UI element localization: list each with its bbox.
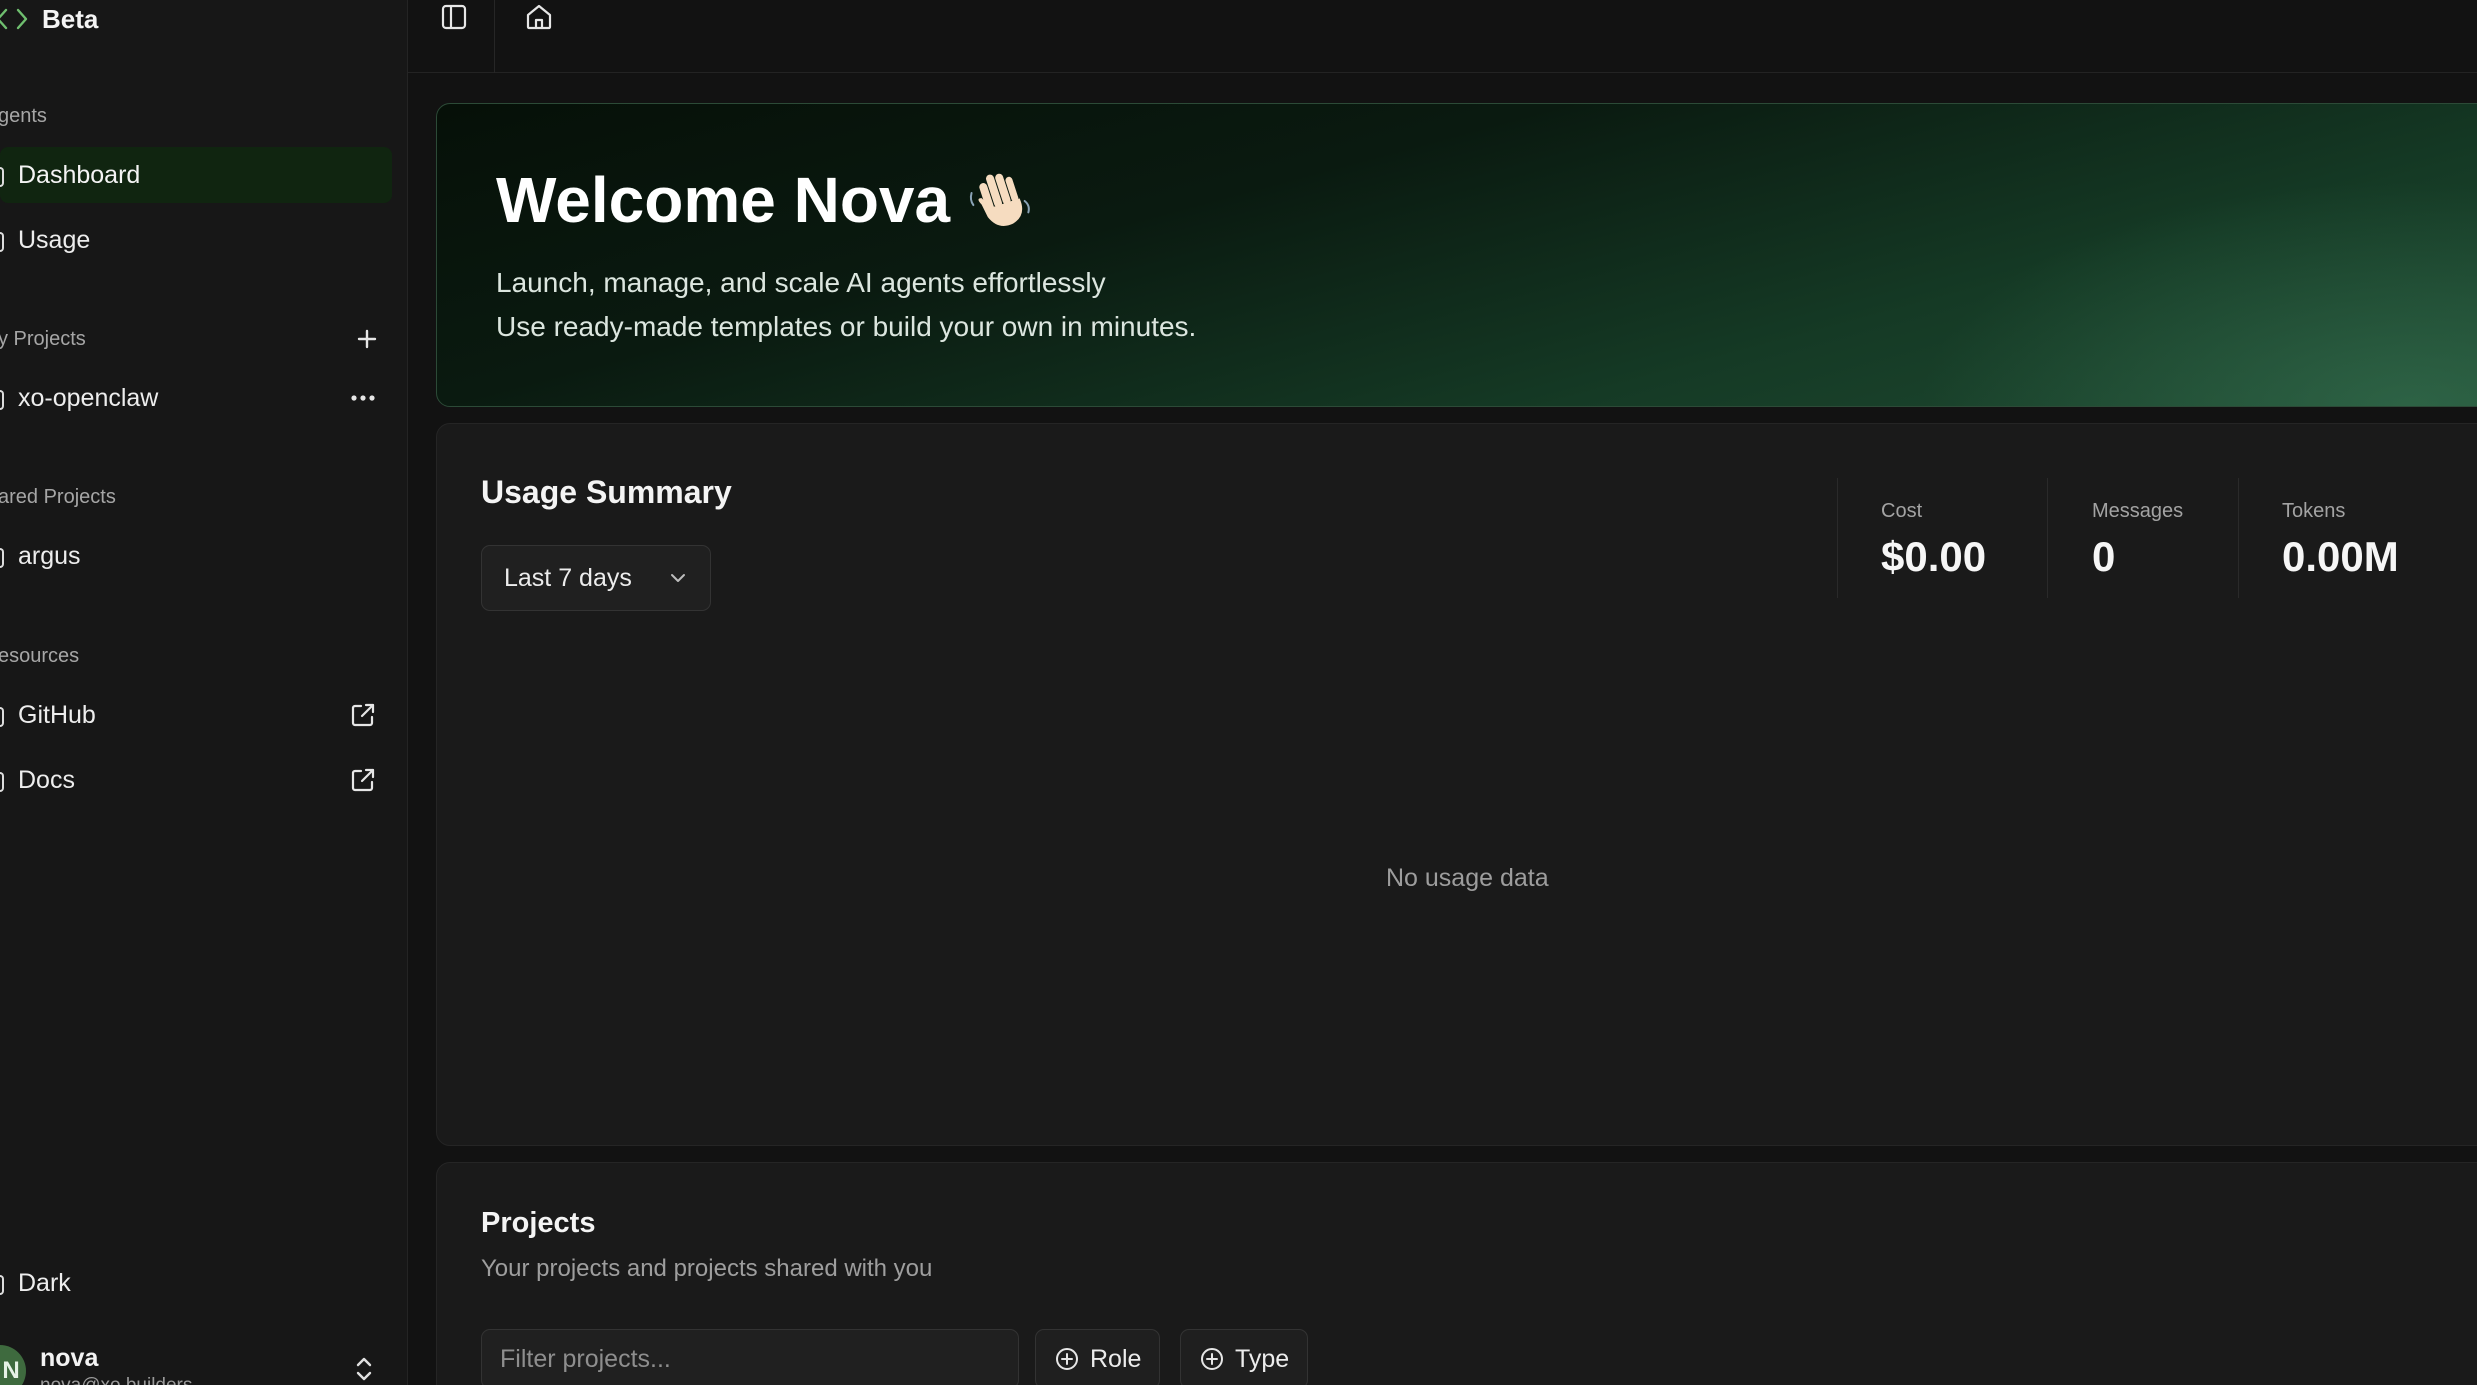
welcome-banner: Welcome Nova Launch, manage, and scale A… [436,103,2477,407]
home-icon [526,4,552,30]
type-filter-button[interactable]: Type [1180,1329,1309,1385]
stat-divider [2238,478,2239,598]
date-range-value: Last 7 days [504,563,632,592]
more-options-button[interactable] [348,383,378,413]
section-label-agents: gents [0,105,47,127]
role-filter-button[interactable]: Role [1035,1329,1161,1385]
dashboard-icon [0,165,4,187]
sidebar-item-label: argus [18,541,81,570]
sidebar-item-label: Usage [18,225,91,254]
user-menu[interactable]: N nova nova@xo.builders [0,1335,392,1385]
theme-label: Dark [18,1268,71,1297]
external-link-icon [348,700,378,730]
stat-divider [1837,478,1838,598]
sidebar-item-project[interactable]: xo-openclaw [0,370,392,426]
user-email: nova@xo.builders [40,1375,192,1385]
date-range-select[interactable]: Last 7 days [481,545,711,611]
usage-summary-title: Usage Summary [481,474,732,510]
stat-value: 0 [2092,533,2116,580]
github-icon [0,705,4,727]
toggle-sidebar-button[interactable] [434,0,474,34]
waving-hand-icon [969,173,1030,226]
moon-icon [0,1273,4,1295]
section-label-shared-projects: ared Projects [0,486,116,508]
sidebar-item-docs[interactable]: Docs [0,752,392,808]
welcome-title: Welcome Nova [496,163,1034,237]
sidebar-item-shared-project[interactable]: argus [0,528,392,584]
home-button[interactable] [519,0,559,34]
chevron-down-icon [671,574,685,582]
projects-card: Projects Your projects and projects shar… [436,1162,2477,1385]
external-link-icon [348,765,378,795]
no-usage-message: No usage data [1386,864,1549,892]
add-project-button[interactable] [350,322,384,356]
usage-summary-card: Usage Summary Last 7 days Cost $0.00 Mes… [436,423,2477,1146]
brand[interactable]: Beta [0,2,98,36]
projects-subtitle: Your projects and projects shared with y… [481,1255,933,1282]
type-filter-label: Type [1235,1344,1290,1373]
topbar-divider [494,0,495,73]
stat-tokens: Tokens 0.00M [2282,500,2399,581]
plus-circle-icon [1056,1348,1078,1370]
project-icon [0,388,4,410]
docs-icon [0,770,4,792]
stat-cost: Cost $0.00 [1881,500,1986,581]
section-label-my-projects: y Projects [0,328,86,350]
plus-circle-icon [1201,1348,1223,1370]
sidebar-item-label: xo-openclaw [18,383,159,412]
code-brackets-icon [0,8,28,30]
user-name: nova [40,1344,99,1372]
welcome-title-text: Welcome Nova [496,164,951,236]
sidebar-item-label: Docs [18,765,75,794]
stat-value: 0.00M [2282,533,2399,580]
section-label-resources: esources [0,645,80,667]
more-horizontal-icon [351,395,375,401]
plus-icon [357,329,377,349]
welcome-subtitle-line2: Use ready-made templates or build your o… [496,311,1197,342]
sidebar-item-label: GitHub [18,700,96,729]
sidebar-item-github[interactable]: GitHub [0,687,392,743]
sidebar: Beta gents Dashboard Usage y Projects xo… [0,0,408,1385]
filter-projects-input[interactable] [481,1329,1019,1385]
sidebar-item-label: Dashboard [18,160,141,189]
theme-toggle[interactable]: Dark [0,1255,392,1311]
brand-name: Beta [42,3,99,34]
usage-icon [0,230,4,252]
projects-title: Projects [481,1207,596,1239]
chevron-up-down-icon [356,1357,372,1381]
stat-label: Cost [1881,500,1923,522]
role-filter-label: Role [1090,1344,1142,1373]
avatar: N [0,1345,26,1385]
stat-label: Tokens [2282,500,2346,522]
stat-divider [2047,478,2048,598]
stat-label: Messages [2092,500,2184,522]
sidebar-toggle-icon [441,4,467,30]
topbar [408,0,2477,73]
stat-messages: Messages 0 [2092,500,2183,581]
welcome-subtitle-line1: Launch, manage, and scale AI agents effo… [496,267,1106,298]
shared-project-icon [0,546,4,568]
stat-value: $0.00 [1881,533,1987,580]
sidebar-item-usage[interactable]: Usage [0,212,392,268]
sidebar-item-dashboard[interactable]: Dashboard [0,147,392,203]
app-root: Beta gents Dashboard Usage y Projects xo… [0,0,2477,1385]
